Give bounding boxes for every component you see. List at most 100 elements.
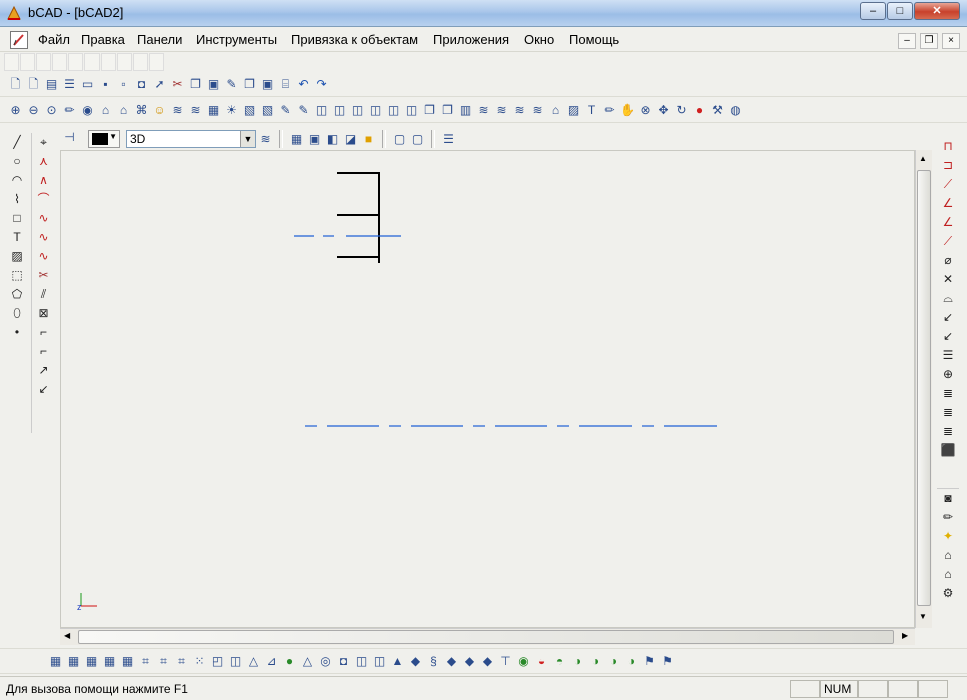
wave-icon[interactable]: ∿	[36, 249, 51, 264]
stack-icon[interactable]: ≣	[941, 405, 956, 420]
circle-icon[interactable]: ○	[10, 154, 25, 169]
fillet-icon[interactable]: ⌐	[36, 325, 51, 340]
zoom-in-icon[interactable]: ⊕	[8, 103, 23, 118]
brush-icon[interactable]: ✎	[278, 103, 293, 118]
horizontal-scrollbar[interactable]: ◀ ▶	[60, 628, 915, 645]
edit-icon[interactable]: ⌖	[36, 135, 51, 150]
solid-view-icon[interactable]: ■	[361, 132, 376, 147]
maximize-button[interactable]: □	[887, 2, 913, 20]
cone-icon[interactable]: △	[300, 654, 315, 669]
tool-icon[interactable]: ⊿	[264, 654, 279, 669]
cut-icon[interactable]: ✂	[170, 77, 185, 92]
offset-icon[interactable]: ⫽	[36, 287, 51, 302]
shaded-view-icon[interactable]: ◧	[325, 132, 340, 147]
hat-icon[interactable]: ⌂	[98, 103, 113, 118]
arc-icon[interactable]: ◠	[10, 173, 25, 188]
pyramid-icon[interactable]: ▲	[390, 654, 405, 669]
polyline-icon[interactable]: ⌇	[10, 192, 25, 207]
zoom-icon[interactable]: ⊗	[638, 103, 653, 118]
copy-icon[interactable]: ❐	[188, 77, 203, 92]
cube-icon[interactable]: ◫	[404, 103, 419, 118]
wave-icon[interactable]: ∿	[36, 230, 51, 245]
layers-icon[interactable]: ≋	[188, 103, 203, 118]
layers-icon[interactable]: ≋	[170, 103, 185, 118]
close-button[interactable]: ✕	[914, 2, 960, 20]
dim-aligned-icon[interactable]: ⟋	[941, 177, 956, 192]
bool-icon[interactable]: ◑	[606, 654, 621, 669]
bool-icon[interactable]: ◑	[588, 654, 603, 669]
fillet-r-icon[interactable]: ⌐	[36, 344, 51, 359]
grid-icon[interactable]: ▦	[102, 654, 117, 669]
dim-arc-icon[interactable]: ⌓	[941, 291, 956, 306]
menu-window[interactable]: Окно	[522, 32, 556, 47]
grid-icon[interactable]: ▦	[66, 654, 81, 669]
cube-icon[interactable]: ◫	[386, 103, 401, 118]
layers-icon[interactable]: ≋	[476, 103, 491, 118]
stack-icon[interactable]: ≣	[941, 386, 956, 401]
new-icon[interactable]: 🗋	[8, 77, 23, 92]
picture-icon[interactable]: ▧	[242, 103, 257, 118]
camera-icon[interactable]: ◙	[941, 491, 956, 506]
layers-icon[interactable]: ≋	[258, 132, 273, 147]
house-icon[interactable]: ⌂	[941, 567, 956, 582]
corner-icon[interactable]: ∧	[36, 173, 51, 188]
new-icon[interactable]: 🗋	[26, 77, 41, 92]
tree-icon[interactable]: ⌘	[134, 103, 149, 118]
shape-icon[interactable]: ◆	[408, 654, 423, 669]
text-icon[interactable]: T	[584, 103, 599, 118]
layers-icon[interactable]: ≋	[530, 103, 545, 118]
cone-icon[interactable]: △	[246, 654, 261, 669]
select-icon[interactable]: ➚	[152, 77, 167, 92]
menu-panels[interactable]: Панели	[135, 32, 184, 47]
dim-diameter-icon[interactable]: ⌀	[941, 253, 956, 268]
ellipse-icon[interactable]: ⬯	[10, 306, 25, 321]
flag-icon[interactable]: ⚑	[642, 654, 657, 669]
scroll-left-icon[interactable]: ◀	[64, 631, 70, 640]
text-icon[interactable]: T	[10, 230, 25, 245]
polygon-icon[interactable]: ⬠	[10, 287, 25, 302]
bool-int-icon[interactable]: ◓	[552, 654, 567, 669]
menu-help[interactable]: Помощь	[567, 32, 621, 47]
zoom-window-icon[interactable]: ⊙	[44, 103, 59, 118]
cube-icon[interactable]: ◫	[314, 103, 329, 118]
chamfer-icon[interactable]: ⋏	[36, 154, 51, 169]
picture-icon[interactable]: ▧	[260, 103, 275, 118]
menu-tools[interactable]: Инструменты	[194, 32, 279, 47]
copy-icon[interactable]: ❐	[440, 103, 455, 118]
dim-horizontal-icon[interactable]: ⊓	[941, 139, 956, 154]
save-as-icon[interactable]: ▫	[116, 77, 131, 92]
settings-icon[interactable]: ⚙	[941, 586, 956, 601]
box-view-icon[interactable]: ▢	[392, 132, 407, 147]
boolean-icon[interactable]: ⊠	[36, 306, 51, 321]
dim-angle-icon[interactable]: ∠	[941, 196, 956, 211]
vertical-scrollbar[interactable]: ▲ ▼	[915, 150, 932, 628]
mode-select[interactable]: 3D ▼	[126, 130, 256, 148]
redo-icon[interactable]: ↷	[314, 77, 329, 92]
snap-icon[interactable]: ⌗	[174, 654, 189, 669]
menu-edit[interactable]: Правка	[79, 32, 127, 47]
copy-icon[interactable]: ❐	[242, 77, 257, 92]
scroll-up-icon[interactable]: ▲	[919, 154, 927, 163]
hatch-icon[interactable]: ▨	[566, 103, 581, 118]
grid-icon[interactable]: ▦	[120, 654, 135, 669]
hatch-icon[interactable]: ▨	[10, 249, 25, 264]
brush-icon[interactable]: ✎	[296, 103, 311, 118]
menu-applications[interactable]: Приложения	[431, 32, 511, 47]
minimize-button[interactable]: –	[860, 2, 886, 20]
copy-icon[interactable]: ❐	[422, 103, 437, 118]
bool-union-icon[interactable]: ◉	[516, 654, 531, 669]
grid-icon[interactable]: ▦	[206, 103, 221, 118]
scroll-down-icon[interactable]: ▼	[919, 612, 927, 621]
grid-icon[interactable]: ▦	[84, 654, 99, 669]
bool-sub-icon[interactable]: ◒	[534, 654, 549, 669]
arc-edit-icon[interactable]: ⌒	[36, 192, 51, 207]
torus-icon[interactable]: ◎	[318, 654, 333, 669]
open-icon[interactable]: ▭	[80, 77, 95, 92]
pipe-icon[interactable]: ⊤	[498, 654, 513, 669]
sphere-icon[interactable]: ●	[282, 654, 297, 669]
scroll-right-icon[interactable]: ▶	[902, 631, 908, 640]
dim-angle-icon[interactable]: ∠	[941, 215, 956, 230]
menu-file[interactable]: Файл	[36, 32, 72, 47]
bool-icon[interactable]: ◑	[570, 654, 585, 669]
stop-icon[interactable]: ●	[692, 103, 707, 118]
